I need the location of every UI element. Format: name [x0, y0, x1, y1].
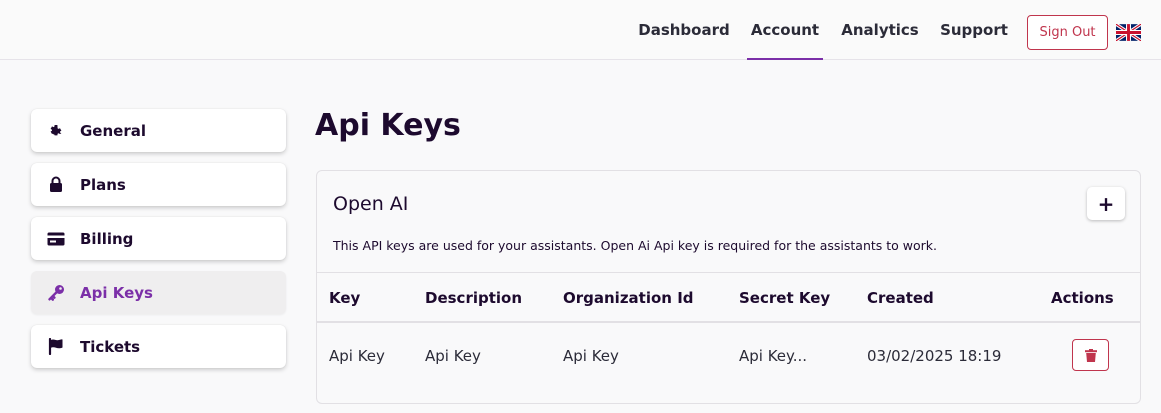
- sign-out-button[interactable]: Sign Out: [1027, 15, 1108, 50]
- sidebar-item-billing[interactable]: Billing: [31, 217, 286, 260]
- cell-created: 03/02/2025 18:19: [867, 347, 1002, 365]
- flag-icon: [47, 338, 65, 355]
- delete-button[interactable]: [1072, 339, 1109, 371]
- sidebar-item-label: Api Keys: [80, 283, 153, 302]
- page-title: Api Keys: [315, 108, 461, 143]
- key-icon: [47, 284, 65, 301]
- column-header-description: Description: [425, 289, 523, 307]
- lock-icon: [47, 176, 65, 193]
- column-header-secret-key: Secret Key: [739, 289, 831, 307]
- trash-icon: [1084, 348, 1097, 362]
- add-api-key-button[interactable]: +: [1087, 187, 1125, 220]
- api-keys-card: Open AI + This API keys are used for you…: [316, 170, 1141, 404]
- gear-icon: [47, 122, 65, 139]
- sidebar-item-label: Billing: [80, 229, 134, 248]
- uk-flag-icon[interactable]: [1116, 24, 1141, 41]
- column-header-organization-id: Organization Id: [563, 289, 694, 307]
- nav-support[interactable]: Support: [936, 0, 1012, 60]
- cell-description: Api Key: [425, 347, 481, 365]
- table-divider: [317, 321, 1140, 323]
- sidebar-item-api-keys[interactable]: Api Keys: [31, 271, 286, 314]
- nav-dashboard[interactable]: Dashboard: [637, 0, 731, 60]
- sidebar-item-label: Tickets: [80, 337, 141, 356]
- credit-card-icon: [47, 230, 65, 247]
- column-header-created: Created: [867, 289, 934, 307]
- card-title: Open AI: [333, 193, 409, 215]
- sidebar-item-label: General: [80, 121, 146, 140]
- column-header-actions: Actions: [1051, 289, 1114, 307]
- cell-organization-id: Api Key: [563, 347, 619, 365]
- column-header-key: Key: [329, 289, 361, 307]
- nav-account[interactable]: Account: [747, 0, 823, 60]
- cell-secret-key: Api Key...: [739, 347, 808, 365]
- nav-analytics[interactable]: Analytics: [839, 0, 921, 60]
- sidebar-item-tickets[interactable]: Tickets: [31, 325, 286, 368]
- cell-key: Api Key: [329, 347, 385, 365]
- table-divider: [317, 272, 1140, 273]
- sidebar-item-general[interactable]: General: [31, 109, 286, 152]
- card-description: This API keys are used for your assistan…: [333, 238, 937, 253]
- sidebar-item-label: Plans: [80, 175, 126, 194]
- top-navbar: Dashboard Account Analytics Support Sign…: [0, 0, 1161, 60]
- sidebar-item-plans[interactable]: Plans: [31, 163, 286, 206]
